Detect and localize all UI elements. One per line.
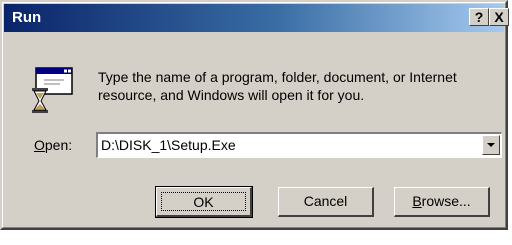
window-title: Run (12, 9, 42, 26)
cancel-button[interactable]: Cancel (278, 187, 374, 217)
browse-mnemonic: B (412, 193, 422, 209)
title-bar[interactable]: Run ? X (4, 4, 509, 32)
dialog-description: Type the name of a program, folder, docu… (98, 69, 457, 103)
close-button[interactable]: X (489, 8, 509, 26)
run-program-icon (32, 67, 73, 113)
run-dialog: Run ? X Type the name of a program, fold… (0, 0, 509, 230)
open-label-rest: pen: (44, 137, 73, 153)
browse-label-rest: rowse... (421, 193, 471, 209)
dropdown-arrow-icon[interactable] (482, 135, 500, 155)
open-label: Open: (34, 137, 72, 153)
open-label-mnemonic: O (34, 137, 45, 153)
ok-button-label: OK (161, 192, 246, 211)
browse-button[interactable]: Browse... (394, 187, 490, 217)
ok-button[interactable]: OK (155, 186, 253, 218)
open-input[interactable]: D:\DISK_1\Setup.Exe (101, 137, 236, 153)
open-combobox[interactable]: D:\DISK_1\Setup.Exe (96, 132, 502, 158)
help-button[interactable]: ? (469, 8, 489, 26)
